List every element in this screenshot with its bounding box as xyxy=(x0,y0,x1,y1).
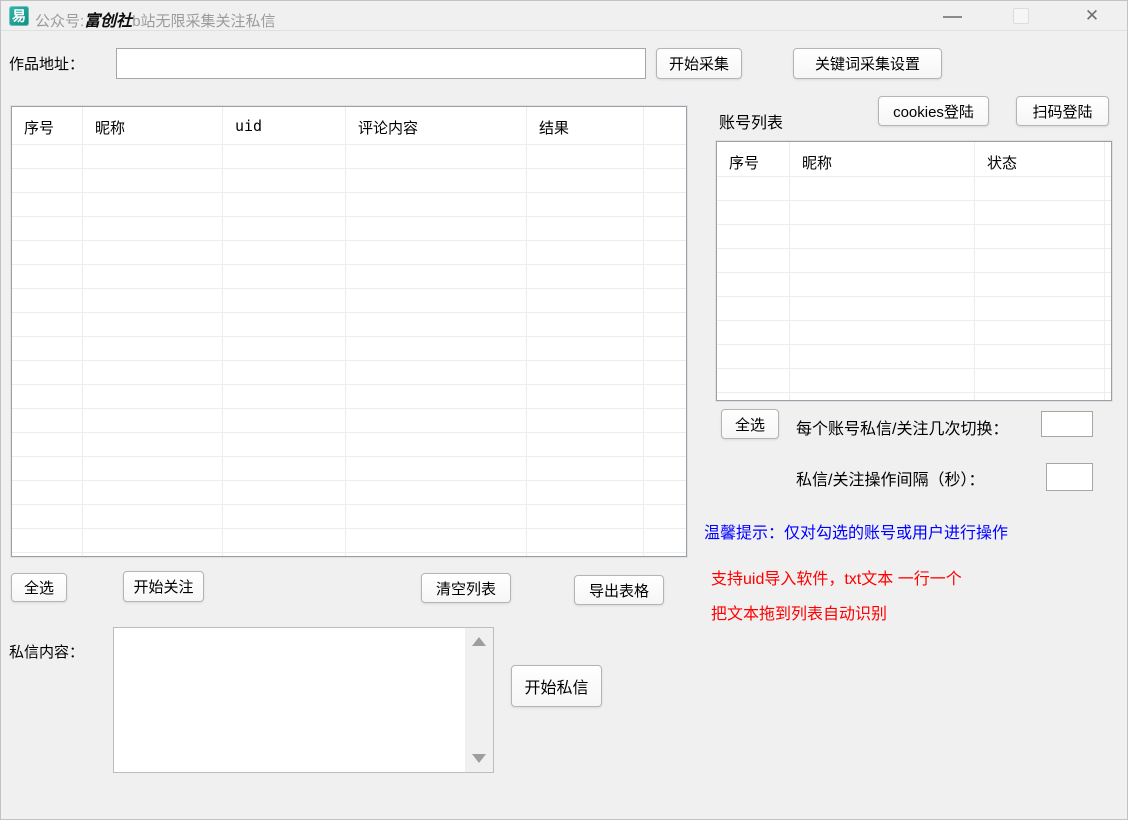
column-header: 昵称 xyxy=(790,142,974,173)
title-suffix: b站无限采集关注私信 xyxy=(132,13,275,30)
minimize-icon xyxy=(943,16,962,18)
column-header: 评论内容 xyxy=(346,107,526,138)
account-select-all-button[interactable]: 全选 xyxy=(721,409,779,439)
cookies-login-button[interactable]: cookies登陆 xyxy=(878,96,989,126)
close-icon: ✕ xyxy=(1085,6,1099,25)
column-header: 状态 xyxy=(975,142,1104,173)
app-window: 易 公众号:富创社b站无限采集关注私信 ✕ 作品地址： 开始采集 关键词采集设置… xyxy=(0,0,1128,820)
scroll-down-icon[interactable] xyxy=(472,754,486,763)
message-content-input[interactable] xyxy=(114,628,465,772)
account-table[interactable]: 序号 昵称 状态 xyxy=(716,141,1112,401)
interval-seconds-input[interactable] xyxy=(1046,463,1093,491)
window-title: 公众号:富创社b站无限采集关注私信 xyxy=(35,7,276,31)
switch-times-input[interactable] xyxy=(1041,411,1093,437)
message-content-label: 私信内容： xyxy=(9,641,84,662)
title-brand: 富创社 xyxy=(84,13,132,30)
column-header: uid xyxy=(223,107,345,135)
export-table-button[interactable]: 导出表格 xyxy=(574,575,664,605)
start-message-button[interactable]: 开始私信 xyxy=(511,665,602,707)
clear-list-button[interactable]: 清空列表 xyxy=(421,573,511,603)
title-bar: 易 公众号:富创社b站无限采集关注私信 ✕ xyxy=(1,1,1127,31)
app-icon: 易 xyxy=(9,6,29,26)
comment-table[interactable]: 序号 昵称 uid 评论内容 结果 xyxy=(11,106,687,557)
comment-select-all-button[interactable]: 全选 xyxy=(11,573,67,602)
interval-seconds-label: 私信/关注操作间隔（秒）： xyxy=(796,466,984,490)
tip-blue-text: 温馨提示：仅对勾选的账号或用户进行操作 xyxy=(704,519,1008,543)
work-url-input[interactable] xyxy=(116,48,646,79)
scroll-up-icon[interactable] xyxy=(472,637,486,646)
tip-red-text-line2: 把文本拖到列表自动识别 xyxy=(711,600,887,624)
message-scrollbar[interactable] xyxy=(465,628,493,772)
start-collect-button[interactable]: 开始采集 xyxy=(656,48,742,79)
start-follow-button[interactable]: 开始关注 xyxy=(123,571,204,602)
column-header: 昵称 xyxy=(83,107,222,138)
column-header: 序号 xyxy=(12,107,82,138)
keyword-collect-settings-button[interactable]: 关键词采集设置 xyxy=(793,48,942,79)
column-header: 序号 xyxy=(717,142,789,173)
minimize-button[interactable] xyxy=(929,1,975,31)
switch-times-label: 每个账号私信/关注几次切换： xyxy=(796,415,1008,439)
table-empty-rows xyxy=(12,145,686,556)
title-prefix: 公众号: xyxy=(35,13,84,30)
table-empty-rows xyxy=(717,177,1111,400)
maximize-icon xyxy=(1013,8,1029,24)
qr-login-button[interactable]: 扫码登陆 xyxy=(1016,96,1109,126)
message-content-box xyxy=(113,627,494,773)
column-header: 结果 xyxy=(527,107,643,138)
work-url-label: 作品地址： xyxy=(9,53,84,74)
tip-red-text-line1: 支持uid导入软件，txt文本 一行一个 xyxy=(711,565,962,589)
close-button[interactable]: ✕ xyxy=(1069,1,1115,31)
maximize-button[interactable] xyxy=(999,1,1045,31)
account-list-title: 账号列表 xyxy=(719,109,783,133)
